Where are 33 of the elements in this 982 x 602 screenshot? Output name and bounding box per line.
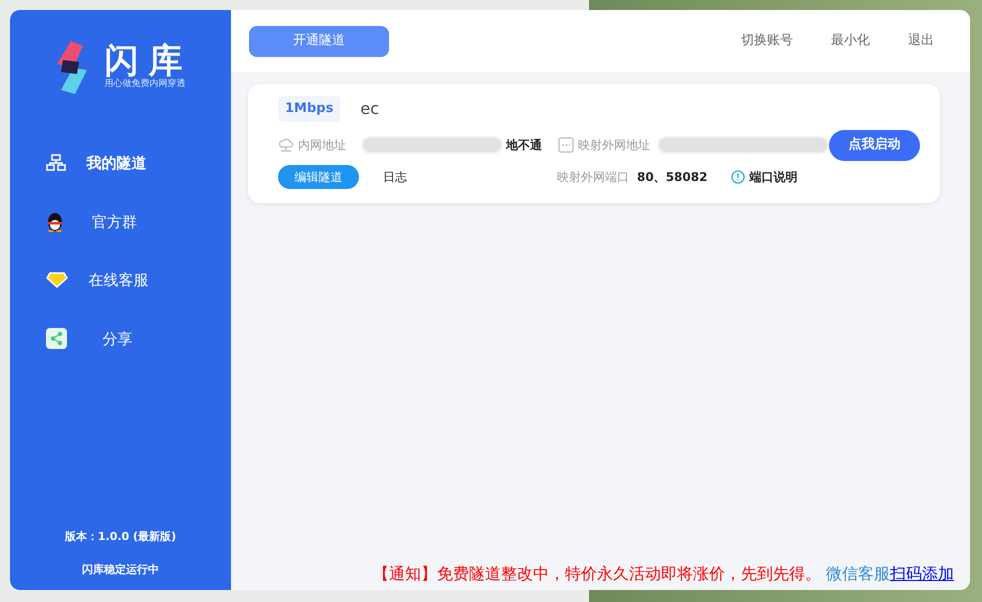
sidebar-item[interactable]: 在线客服	[46, 263, 196, 298]
status-text: 闪库稳定运行中	[80, 562, 160, 578]
service-label: 微信客服	[826, 564, 890, 583]
tunnel-name: ec	[360, 98, 379, 120]
field-label: 内网地址	[298, 137, 346, 154]
brand-slogan: 用心做免费内网穿透	[104, 78, 186, 92]
info-icon	[731, 170, 746, 184]
share-icon	[46, 328, 66, 350]
sidebar-item[interactable]: 分享	[46, 322, 196, 356]
edit-tunnel-button[interactable]: 编辑隧道	[278, 164, 359, 188]
sidebar-item[interactable]: 我的隧道	[46, 146, 196, 180]
version-text: 版本：1.0.0 (最新版)	[64, 529, 176, 545]
field-label: 映射外网地址	[578, 137, 650, 154]
toolbar-button[interactable]: 退出	[902, 30, 940, 52]
start-button[interactable]: 点我启动	[829, 130, 920, 160]
penguin-icon	[46, 212, 64, 232]
open-tunnel-button[interactable]: 开通隧道	[249, 26, 389, 56]
port-list: 80、58082	[637, 168, 708, 186]
log-link[interactable]: 日志	[383, 168, 407, 186]
speed-badge: 1Mbps	[278, 96, 340, 122]
toolbar-button[interactable]: 最小化	[825, 30, 876, 52]
brand-name: 闪库	[104, 44, 192, 78]
sidebar-item[interactable]: 官方群	[46, 204, 196, 239]
cloud-icon	[278, 137, 294, 153]
diamond-icon	[46, 272, 68, 288]
connection-status: 地不通	[506, 137, 542, 154]
link-box-icon	[558, 137, 574, 153]
scan-add-link[interactable]: 扫码添加	[890, 564, 954, 583]
field-label: 映射外网端口	[557, 168, 629, 186]
port-help-link[interactable]: 端口说明	[749, 168, 798, 186]
toolbar-button[interactable]: 切换账号	[735, 30, 799, 52]
notice-text: 【通知】免费隧道整改中，特价永久活动即将涨价，先到先得。	[372, 564, 821, 583]
network-icon	[46, 154, 66, 172]
